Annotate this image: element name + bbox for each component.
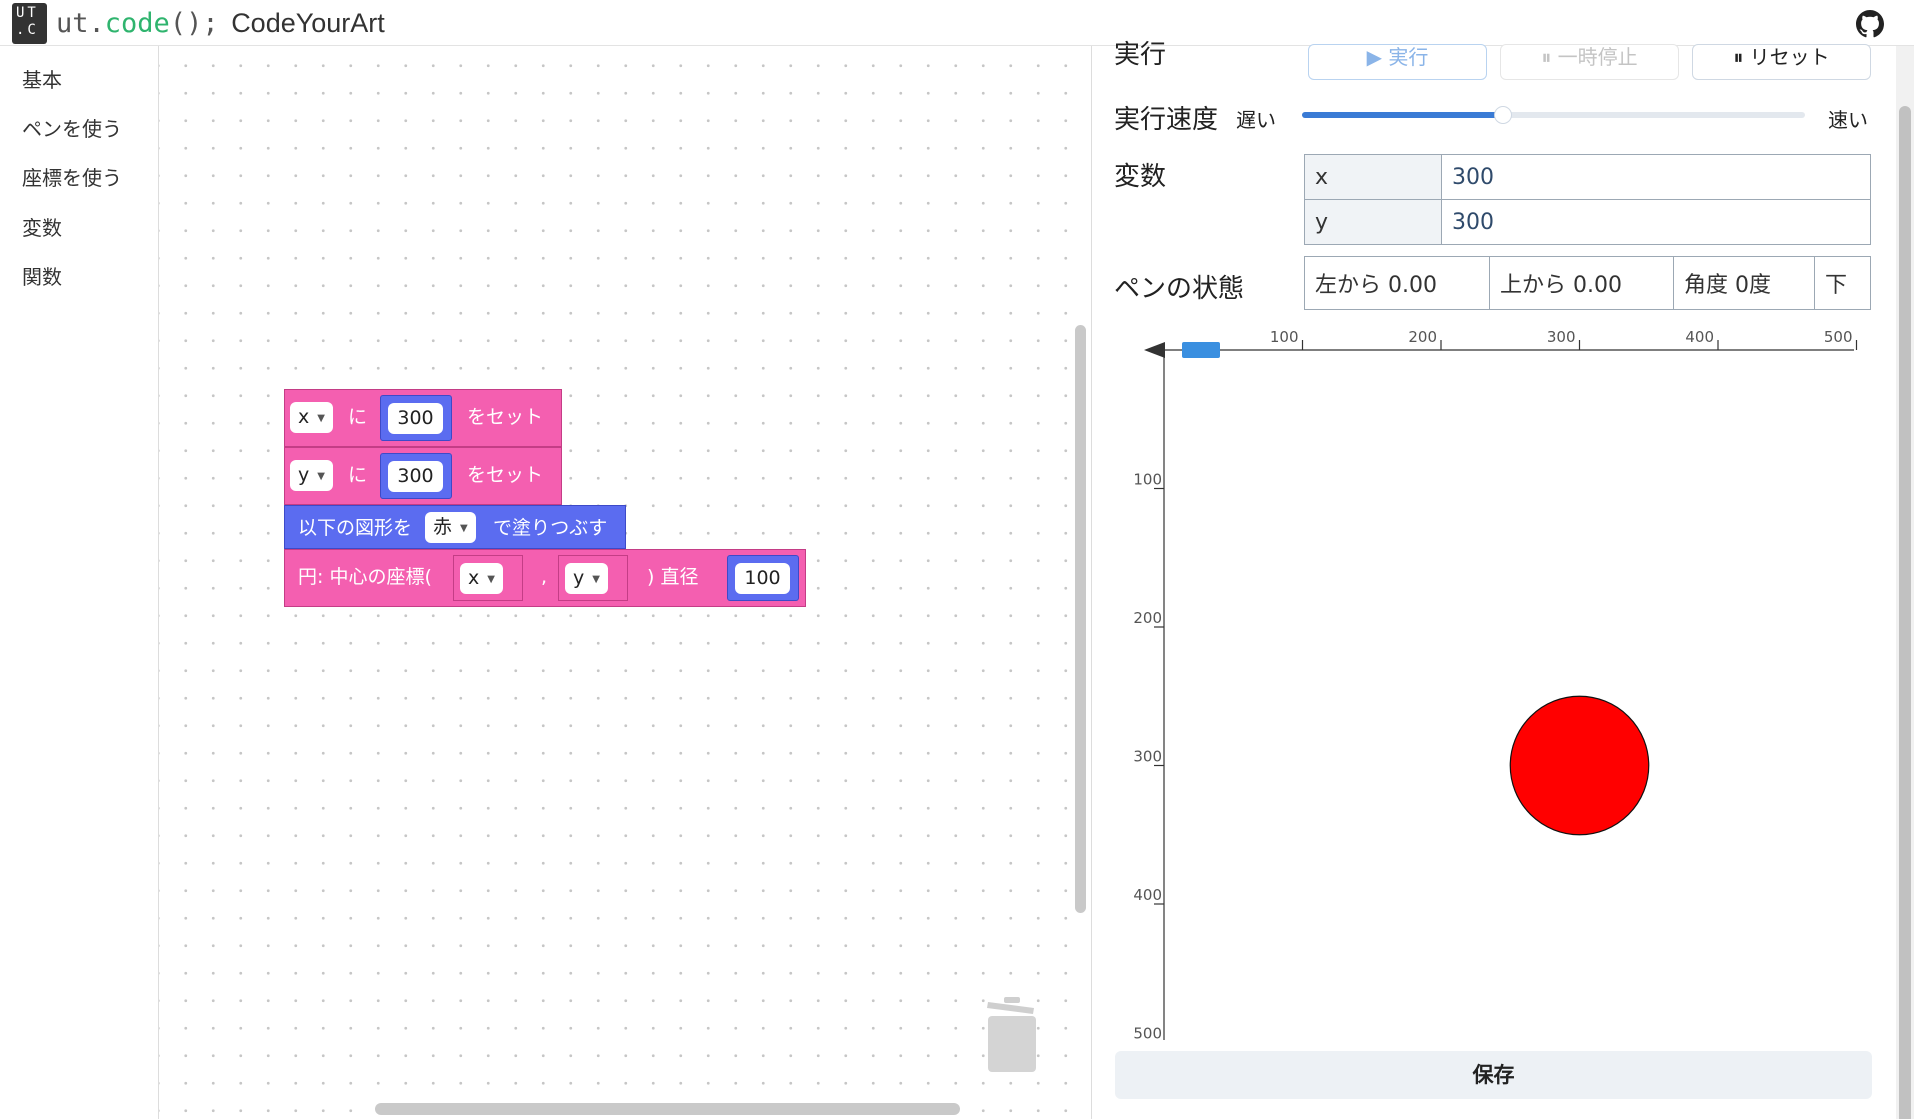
logo-line-2: .C [16,22,39,38]
title-keyword: code [104,8,170,39]
var-name: y [573,567,585,589]
workspace-vertical-scrollbar[interactable] [1075,325,1086,913]
y-tick-label: 100 [1133,471,1162,489]
page-scrollbar-thumb[interactable] [1899,106,1911,1119]
x-tick-label: 200 [1408,328,1437,346]
pen-turtle-icon [1144,342,1165,358]
variable-name: y [1304,199,1442,245]
drawing-canvas: 100 200 300 400 500 100 200 300 400 500 [1133,328,1858,1041]
speed-fast-label: 速い [1828,108,1868,132]
circle-prefix: 円: 中心の座標( [298,566,432,588]
color-name: 赤 [433,516,453,538]
speed-slider[interactable] [1302,106,1805,124]
y-tick-label: 200 [1133,609,1162,627]
run-label: 実行 [1114,40,1167,70]
fill-suffix: で塗りつぶす [493,517,608,539]
save-button[interactable]: 保存 [1115,1051,1872,1099]
dropdown-arrow-icon: ▼ [592,574,600,585]
dropdown-arrow-icon: ▼ [317,471,325,482]
pause-button[interactable]: ⏸ 一時停止 [1500,44,1679,80]
variable-dropdown-y[interactable]: y ▼ [290,460,333,491]
var-name: x [468,567,480,589]
ni-label: に [348,406,368,428]
title-prefix: ut. [56,8,105,39]
set-suffix: をセット [467,406,544,428]
pen-angle: 角度 0度 [1673,256,1815,310]
pen-top: 上から 0.00 [1489,256,1674,310]
pen-left: 左から 0.00 [1304,256,1490,310]
category-coordinates[interactable]: 座標を使う [22,162,122,191]
y-tick-label: 500 [1133,1025,1162,1041]
set-suffix: をセット [467,464,544,486]
number-field[interactable]: 300 [388,403,443,434]
variable-dropdown-y[interactable]: y ▼ [565,563,608,594]
category-functions[interactable]: 関数 [22,261,62,290]
category-variables[interactable]: 変数 [22,212,62,241]
speed-label: 実行速度 [1114,105,1219,135]
variables-label: 変数 [1114,162,1167,192]
set-x-block[interactable]: x ▼ に 300 をセット [284,389,562,447]
variables-table: x 300 y 300 [1304,154,1871,245]
speed-slider-fill [1302,112,1504,118]
run-button[interactable]: ▶ 実行 [1308,44,1487,80]
variable-row: x 300 [1304,154,1871,200]
app-title: ut.code(); CodeYourArt [56,6,385,41]
number-block[interactable]: 100 [727,555,799,601]
canvas-axes: 100 200 300 400 500 100 200 300 400 500 [1133,328,1858,1041]
app-header: UT .C ut.code(); CodeYourArt [0,0,1914,46]
number-block[interactable]: 300 [380,453,452,499]
trash-icon[interactable] [982,994,1042,1074]
set-y-block[interactable]: y ▼ に 300 をセット [284,447,562,505]
x-tick-label: 100 [1270,328,1299,346]
comma: , [541,566,548,588]
variable-row: y 300 [1304,199,1871,245]
color-dropdown[interactable]: 赤 ▼ [425,512,476,543]
pen-state-label: ペンの状態 [1114,274,1245,304]
variable-dropdown-x[interactable]: x ▼ [290,402,333,433]
variable-dropdown-x[interactable]: x ▼ [460,563,503,594]
diameter-label: ) 直径 [647,566,699,588]
github-icon[interactable] [1856,10,1884,38]
category-pen[interactable]: ペンを使う [22,113,122,142]
speed-slow-label: 遅い [1236,108,1276,132]
reset-button[interactable]: ⏸ リセット [1692,44,1871,80]
category-basic[interactable]: 基本 [22,64,62,93]
number-field[interactable]: 100 [735,563,790,594]
x-tick-label: 300 [1547,328,1576,346]
workspace-horizontal-scrollbar[interactable] [375,1103,960,1115]
drawn-circle [1509,695,1650,836]
y-tick-label: 300 [1133,748,1162,766]
x-tick-label: 400 [1685,328,1714,346]
variable-block-x[interactable]: x ▼ [453,555,523,601]
x-tick-label: 500 [1824,328,1853,346]
fill-prefix: 以下の図形を [298,517,413,539]
var-name: x [298,406,310,428]
pen-down-state: 下 [1814,256,1871,310]
app-logo[interactable]: UT .C [12,3,47,44]
variable-value: 300 [1441,199,1871,245]
title-name: CodeYourArt [231,8,385,38]
circle-block[interactable]: 円: 中心の座標( x ▼ , y ▼ ) 直径 100 [284,549,806,607]
variable-value: 300 [1441,154,1871,200]
variable-block-y[interactable]: y ▼ [558,555,628,601]
pen-state-table: 左から 0.00 上から 0.00 角度 0度 下 [1304,256,1871,310]
number-field[interactable]: 300 [388,461,443,492]
page-scrollbar[interactable] [1896,46,1914,1119]
var-name: y [298,464,310,486]
pen-body-icon [1182,342,1220,358]
title-suffix: (); [169,8,219,39]
y-tick-label: 400 [1133,886,1162,904]
toolbox: 基本 ペンを使う 座標を使う 変数 関数 [0,46,159,1119]
logo-line-1: UT [16,5,39,21]
dropdown-arrow-icon: ▼ [460,523,468,534]
fill-block[interactable]: 以下の図形を 赤 ▼ で塗りつぶす [284,505,626,549]
dropdown-arrow-icon: ▼ [317,413,325,424]
ni-label: に [348,464,368,486]
number-block[interactable]: 300 [380,395,452,441]
dropdown-arrow-icon: ▼ [487,574,495,585]
variable-name: x [1304,154,1442,200]
